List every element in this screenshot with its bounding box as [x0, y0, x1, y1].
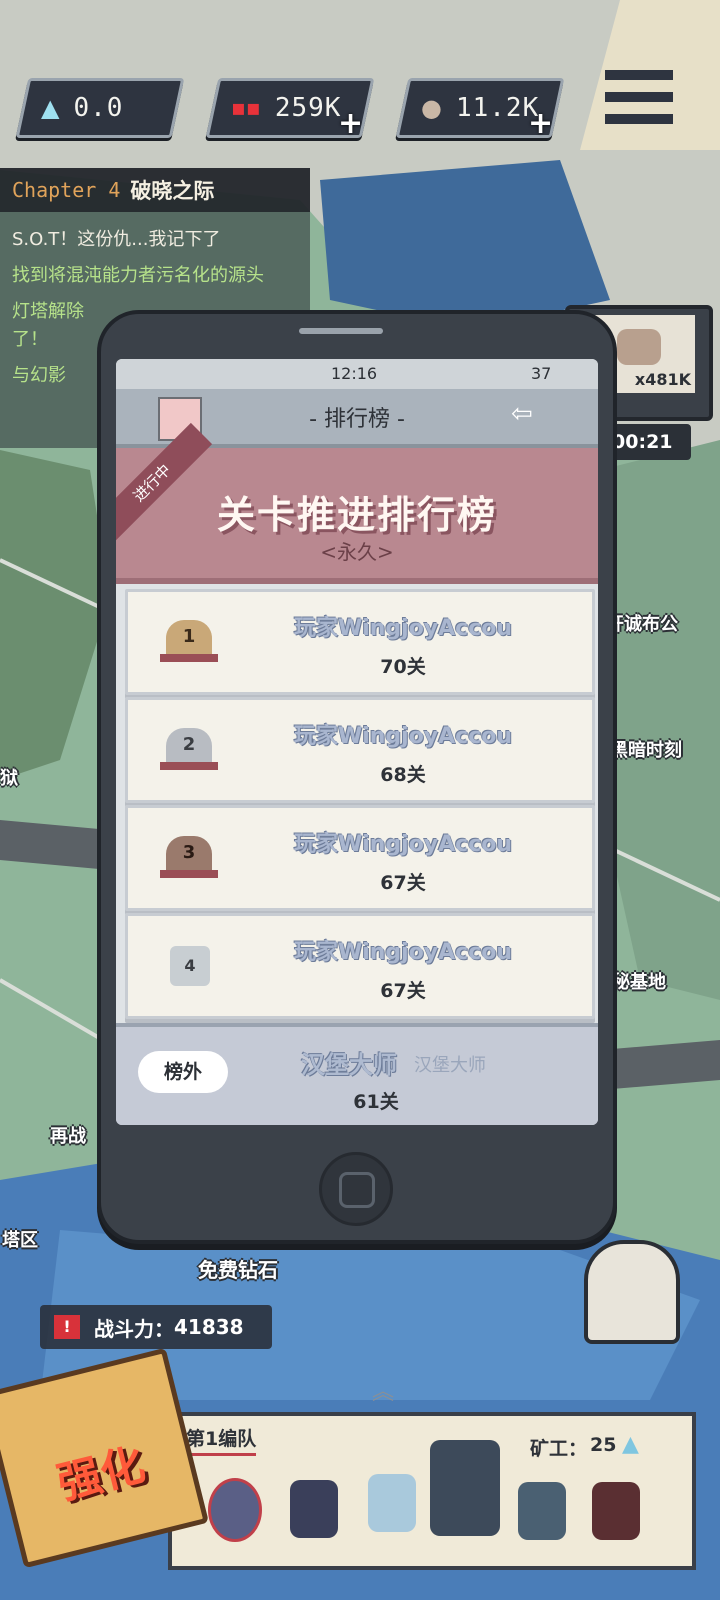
leaderboard-header: 进行中 关卡推进排行榜 <永久> [116, 422, 598, 584]
miners-count: 25 [590, 1434, 617, 1456]
miners-label: 矿工： [530, 1438, 588, 1460]
leaderboard-row[interactable]: 4 玩家WingjoyAccou 67关 [125, 913, 595, 1019]
quest-line: 找到将混沌能力者污名化的源头 [12, 265, 264, 286]
character-avatar[interactable] [592, 1482, 640, 1540]
leaderboard-row[interactable]: 1 玩家WingjoyAccou 70关 [125, 589, 595, 695]
status-bar: 12:16 37 [116, 359, 598, 389]
menu-icon[interactable] [600, 62, 678, 132]
my-level: 61关 [353, 1091, 399, 1113]
phone-speaker [299, 328, 383, 334]
player-name: 玩家WingjoyAccou [293, 616, 513, 641]
add-ore-button[interactable]: + [338, 106, 363, 141]
my-name: 汉堡大师 [301, 1051, 397, 1079]
expand-chevron-icon[interactable]: ︽ [372, 1374, 416, 1405]
player-level: 67关 [380, 980, 426, 1002]
phone-screen: 12:16 37 - 排行榜 - ⇦ 进行中 关卡推进排行榜 <永久> 1 玩家… [116, 359, 598, 1125]
combat-power: ! 战斗力： 41838 [40, 1305, 272, 1349]
leaderboard-title: 关卡推进排行榜 [216, 493, 497, 537]
diamond-icon: ▲ [41, 94, 60, 122]
status-battery: 37 [531, 364, 552, 383]
leaderboard-period: <永久> [320, 540, 394, 564]
warning-icon: ! [54, 1315, 80, 1339]
character-avatar[interactable] [518, 1482, 566, 1540]
stone-icon [617, 329, 661, 365]
medal-ribbon [160, 654, 218, 662]
player-name: 玩家WingjoyAccou [293, 940, 513, 965]
ore-icon: ▪▪ [231, 95, 261, 121]
leaderboard-row[interactable]: 2 玩家WingjoyAccou 68关 [125, 697, 595, 803]
power-value: 41838 [174, 1315, 244, 1339]
map-location-label[interactable]: 再战 [50, 1122, 86, 1148]
tv-count: x481K [634, 370, 691, 389]
player-name: 玩家WingjoyAccou [293, 724, 513, 749]
quest-header: Chapter 4 破晓之际 [0, 168, 310, 212]
rank-number: 1 [182, 626, 196, 647]
power-label: 战斗力： [94, 1316, 174, 1341]
map-location-label[interactable]: 黑暗时刻 [610, 736, 682, 762]
base-rocket-icon[interactable] [584, 1240, 680, 1344]
team-panel[interactable]: 第1编队 矿工： 25 ▲ [168, 1412, 696, 1570]
leaderboard-phone: 12:16 37 - 排行榜 - ⇦ 进行中 关卡推进排行榜 <永久> 1 玩家… [97, 310, 617, 1244]
status-time: 12:16 [331, 364, 378, 383]
team-name: 第1编队 [186, 1424, 257, 1456]
player-level: 67关 [380, 872, 426, 894]
my-name-shadow: 汉堡大师 [414, 1055, 486, 1076]
leaderboard-row[interactable]: 3 玩家WingjoyAccou 67关 [125, 805, 595, 911]
home-button[interactable] [319, 1152, 393, 1226]
unranked-badge: 榜外 [138, 1051, 228, 1093]
rank-badge: 4 [170, 946, 210, 986]
diamond-icon: ▲ [622, 1432, 639, 1457]
free-diamond-button[interactable]: 免费钻石 [198, 1254, 278, 1283]
player-name: 玩家WingjoyAccou [293, 832, 513, 857]
home-icon [339, 1172, 375, 1208]
character-avatar[interactable] [208, 1478, 262, 1542]
resource-diamond: ▲ 0.0 [15, 78, 185, 138]
rank-number: 2 [182, 734, 196, 755]
map-location-label[interactable]: 塔区 [2, 1226, 38, 1252]
medal-ribbon [160, 762, 218, 770]
resource-value: 259K [274, 93, 342, 123]
rank-number: 3 [182, 842, 196, 863]
timer-value: 00:21 [612, 431, 673, 453]
chapter-number: Chapter 4 [12, 178, 121, 202]
upgrade-label: 强化 [52, 1439, 151, 1510]
my-rank-row[interactable]: 榜外 汉堡大师 汉堡大师 61关 [116, 1023, 598, 1125]
character-avatar[interactable] [290, 1480, 338, 1538]
player-level: 70关 [380, 656, 426, 678]
character-avatar[interactable] [368, 1474, 416, 1532]
player-level: 68关 [380, 764, 426, 786]
resource-value: 11.2K [455, 93, 540, 123]
add-stone-button[interactable]: + [528, 106, 553, 141]
map-location-label[interactable]: 狱 [0, 764, 18, 790]
medal-ribbon [160, 870, 218, 878]
quest-line: S.O.T！这份仇...我记下了 [12, 229, 221, 250]
resource-value: 0.0 [73, 93, 124, 123]
stone-icon: ● [421, 94, 442, 122]
back-arrow-icon[interactable]: ⇦ [511, 399, 533, 429]
chapter-title: 破晓之际 [130, 179, 215, 203]
map-location-label[interactable]: 秘基地 [612, 968, 666, 994]
character-avatar[interactable] [430, 1440, 500, 1536]
